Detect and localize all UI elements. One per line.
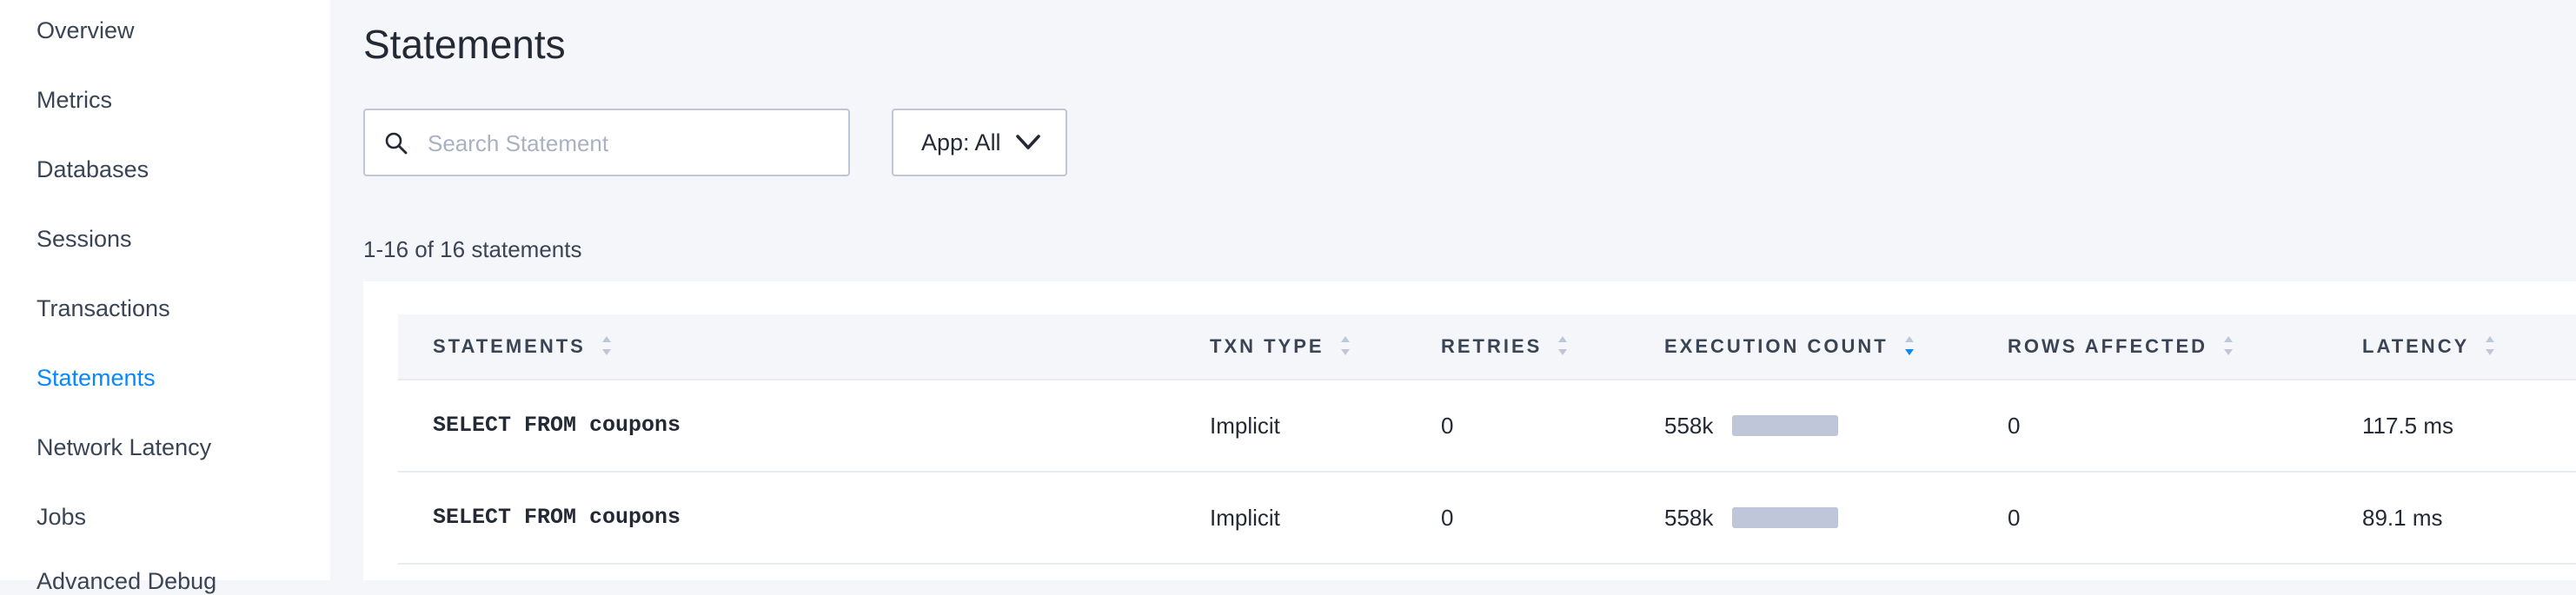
search-box[interactable] [363,109,850,176]
column-header-statements[interactable]: STATEMENTS [433,314,612,379]
chevron-down-icon [1016,135,1040,149]
column-header-label: TXN TYPE [1210,335,1325,357]
execution-count-bar-fill [1732,507,1839,529]
execution-count-bar-fill [1732,415,1839,437]
statement-link[interactable]: SELECT FROM coupons [433,473,681,563]
app-filter-dropdown[interactable]: App: All [892,109,1067,176]
sidebar-item-databases[interactable]: Databases [37,156,149,183]
column-header-label: EXECUTION COUNT [1664,335,1889,357]
execution-count-cell: 558k [1664,473,1839,563]
txn-type-cell: Implicit [1210,413,1280,439]
execution-count-value: 558k [1664,413,1714,439]
sidebar-item-metrics[interactable]: Metrics [37,87,112,114]
execution-count-bar [1732,507,1839,529]
sidebar-item-network-latency[interactable]: Network Latency [37,434,211,461]
search-input[interactable] [426,110,838,176]
sort-descending-icon [1904,336,1914,356]
txn-type-cell: Implicit [1210,505,1280,531]
statements-count-summary: 1-16 of 16 statements [363,236,582,262]
latency-cell: 117.5 ms [2362,413,2454,439]
column-header-rows-affected[interactable]: ROWS AFFECTED [2008,314,2234,379]
column-header-label: LATENCY [2362,335,2470,357]
column-header-txn-type[interactable]: TXN TYPE [1210,314,1351,379]
sidebar-item-overview[interactable]: Overview [37,17,135,44]
table-row[interactable]: SELECT FROM coupons Implicit 0 558k 0 11… [398,380,2576,473]
search-icon [385,132,408,155]
rows-affected-cell: 0 [2008,505,2021,531]
column-header-label: STATEMENTS [433,335,586,357]
table-row[interactable]: SELECT FROM coupons Implicit 0 558k 0 89… [398,473,2576,565]
retries-cell: 0 [1441,505,1454,531]
page-title: Statements [363,22,566,67]
sidebar-item-advanced-debug[interactable]: Advanced Debug [37,568,216,595]
sort-icon [1558,336,1568,356]
sort-icon [601,336,611,356]
execution-count-value: 558k [1664,505,1714,531]
sort-icon [1340,336,1350,356]
app-filter-label: App: All [921,129,1001,155]
column-header-label: RETRIES [1441,335,1543,357]
sort-icon [2486,336,2495,356]
statement-link[interactable]: SELECT FROM coupons [433,380,681,471]
execution-count-cell: 558k [1664,380,1839,471]
statements-table: STATEMENTS TXN TYPE RETRIES EXECUTION CO… [363,281,2576,580]
sidebar-item-sessions[interactable]: Sessions [37,226,132,253]
sidebar: Overview Metrics Databases Sessions Tran… [0,0,330,594]
column-header-label: ROWS AFFECTED [2008,335,2208,357]
retries-cell: 0 [1441,413,1454,439]
column-header-latency[interactable]: LATENCY [2362,314,2495,379]
column-header-execution-count[interactable]: EXECUTION COUNT [1664,314,1915,379]
sidebar-item-jobs[interactable]: Jobs [37,504,86,531]
sort-icon [2224,336,2234,356]
rows-affected-cell: 0 [2008,413,2021,439]
table-header: STATEMENTS TXN TYPE RETRIES EXECUTION CO… [398,314,2576,380]
sidebar-item-statements[interactable]: Statements [37,365,156,392]
execution-count-bar [1732,415,1839,437]
latency-cell: 89.1 ms [2362,505,2443,531]
column-header-retries[interactable]: RETRIES [1441,314,1568,379]
sidebar-item-transactions[interactable]: Transactions [37,295,170,322]
